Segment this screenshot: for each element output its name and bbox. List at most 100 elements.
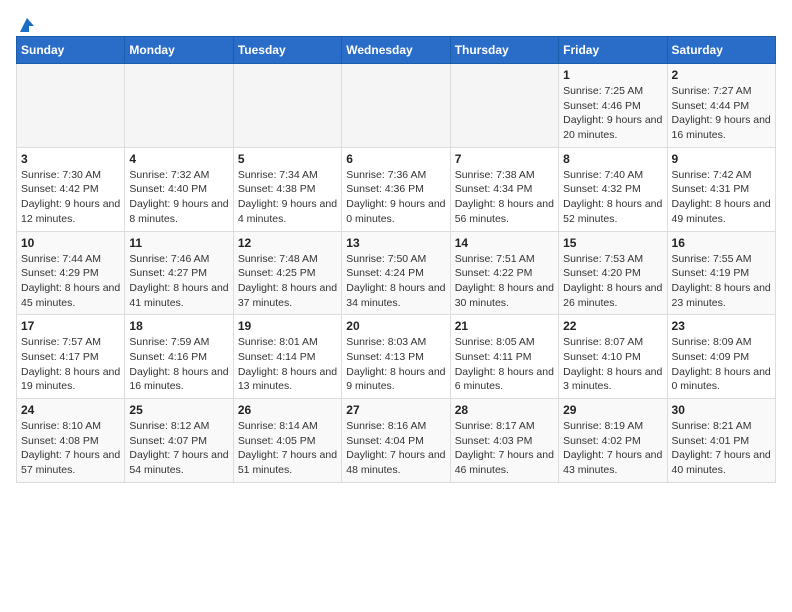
day-number: 17 [21,319,120,333]
day-info: Sunrise: 7:44 AMSunset: 4:29 PMDaylight:… [21,252,120,311]
logo [16,16,36,30]
calendar-cell: 2 Sunrise: 7:27 AMSunset: 4:44 PMDaylight… [667,64,775,148]
calendar-cell: 5 Sunrise: 7:34 AMSunset: 4:38 PMDaylight… [233,147,341,231]
day-info: Sunrise: 8:01 AMSunset: 4:14 PMDaylight:… [238,335,337,394]
header-day-monday: Monday [125,37,233,64]
calendar-cell: 30Sunrise: 8:21 AMSunset: 4:01 PMDayligh… [667,399,775,483]
calendar-cell [342,64,450,148]
calendar-week-3: 10 Sunrise: 7:44 AMSunset: 4:29 PMDayligh… [17,231,776,315]
calendar-cell: 17 Sunrise: 7:57 AMSunset: 4:17 PMDayligh… [17,315,125,399]
header-day-wednesday: Wednesday [342,37,450,64]
header [16,16,776,30]
day-number: 26 [238,403,337,417]
day-number: 8 [563,152,662,166]
header-day-friday: Friday [559,37,667,64]
calendar-cell: 22 Sunrise: 8:07 AMSunset: 4:10 PMDayligh… [559,315,667,399]
day-number: 23 [672,319,771,333]
calendar-cell: 23 Sunrise: 8:09 AMSunset: 4:09 PMDayligh… [667,315,775,399]
day-number: 4 [129,152,228,166]
calendar-week-5: 24 Sunrise: 8:10 AMSunset: 4:08 PMDayligh… [17,399,776,483]
calendar-cell: 4Sunrise: 7:32 AMSunset: 4:40 PMDaylight… [125,147,233,231]
day-number: 29 [563,403,662,417]
day-number: 20 [346,319,445,333]
day-info: Sunrise: 8:19 AMSunset: 4:02 PMDaylight:… [563,419,662,478]
calendar-cell: 8 Sunrise: 7:40 AMSunset: 4:32 PMDaylight… [559,147,667,231]
calendar-cell: 9 Sunrise: 7:42 AMSunset: 4:31 PMDaylight… [667,147,775,231]
day-number: 13 [346,236,445,250]
calendar-cell: 16 Sunrise: 7:55 AMSunset: 4:19 PMDayligh… [667,231,775,315]
day-number: 16 [672,236,771,250]
calendar-cell: 15Sunrise: 7:53 AMSunset: 4:20 PMDayligh… [559,231,667,315]
day-info: Sunrise: 7:25 AMSunset: 4:46 PMDaylight:… [563,84,662,143]
calendar-cell: 29 Sunrise: 8:19 AMSunset: 4:02 PMDayligh… [559,399,667,483]
calendar-cell [17,64,125,148]
calendar-cell: 11 Sunrise: 7:46 AMSunset: 4:27 PMDayligh… [125,231,233,315]
calendar-cell: 19 Sunrise: 8:01 AMSunset: 4:14 PMDayligh… [233,315,341,399]
day-number: 9 [672,152,771,166]
day-info: Sunrise: 7:34 AMSunset: 4:38 PMDaylight:… [238,168,337,227]
day-number: 11 [129,236,228,250]
calendar-cell: 1 Sunrise: 7:25 AMSunset: 4:46 PMDaylight… [559,64,667,148]
day-info: Sunrise: 8:14 AMSunset: 4:05 PMDaylight:… [238,419,337,478]
day-number: 3 [21,152,120,166]
day-info: Sunrise: 8:09 AMSunset: 4:09 PMDaylight:… [672,335,771,394]
day-number: 28 [455,403,554,417]
day-info: Sunrise: 8:16 AMSunset: 4:04 PMDaylight:… [346,419,445,478]
calendar-cell [450,64,558,148]
day-info: Sunrise: 7:38 AMSunset: 4:34 PMDaylight:… [455,168,554,227]
calendar: SundayMondayTuesdayWednesdayThursdayFrid… [16,36,776,483]
calendar-cell: 7 Sunrise: 7:38 AMSunset: 4:34 PMDaylight… [450,147,558,231]
day-number: 10 [21,236,120,250]
header-day-tuesday: Tuesday [233,37,341,64]
day-number: 24 [21,403,120,417]
day-number: 27 [346,403,445,417]
day-info: Sunrise: 8:05 AMSunset: 4:11 PMDaylight:… [455,335,554,394]
calendar-cell [233,64,341,148]
day-number: 21 [455,319,554,333]
calendar-week-1: 1 Sunrise: 7:25 AMSunset: 4:46 PMDaylight… [17,64,776,148]
header-day-saturday: Saturday [667,37,775,64]
day-number: 5 [238,152,337,166]
day-info: Sunrise: 7:40 AMSunset: 4:32 PMDaylight:… [563,168,662,227]
calendar-cell: 25 Sunrise: 8:12 AMSunset: 4:07 PMDayligh… [125,399,233,483]
calendar-cell: 10 Sunrise: 7:44 AMSunset: 4:29 PMDayligh… [17,231,125,315]
day-info: Sunrise: 8:07 AMSunset: 4:10 PMDaylight:… [563,335,662,394]
calendar-cell: 27 Sunrise: 8:16 AMSunset: 4:04 PMDayligh… [342,399,450,483]
day-info: Sunrise: 7:51 AMSunset: 4:22 PMDaylight:… [455,252,554,311]
day-info: Sunrise: 7:59 AMSunset: 4:16 PMDaylight:… [129,335,228,394]
day-info: Sunrise: 7:27 AMSunset: 4:44 PMDaylight:… [672,84,771,143]
day-info: Sunrise: 7:50 AMSunset: 4:24 PMDaylight:… [346,252,445,311]
day-info: Sunrise: 7:30 AMSunset: 4:42 PMDaylight:… [21,168,120,227]
day-info: Sunrise: 7:57 AMSunset: 4:17 PMDaylight:… [21,335,120,394]
calendar-cell: 21 Sunrise: 8:05 AMSunset: 4:11 PMDayligh… [450,315,558,399]
day-number: 12 [238,236,337,250]
day-number: 25 [129,403,228,417]
calendar-cell: 14Sunrise: 7:51 AMSunset: 4:22 PMDayligh… [450,231,558,315]
calendar-cell: 26 Sunrise: 8:14 AMSunset: 4:05 PMDayligh… [233,399,341,483]
day-info: Sunrise: 7:36 AMSunset: 4:36 PMDaylight:… [346,168,445,227]
header-day-sunday: Sunday [17,37,125,64]
day-number: 6 [346,152,445,166]
day-number: 7 [455,152,554,166]
day-number: 30 [672,403,771,417]
calendar-cell: 28 Sunrise: 8:17 AMSunset: 4:03 PMDayligh… [450,399,558,483]
day-info: Sunrise: 8:12 AMSunset: 4:07 PMDaylight:… [129,419,228,478]
day-info: Sunrise: 8:10 AMSunset: 4:08 PMDaylight:… [21,419,120,478]
day-info: Sunrise: 7:46 AMSunset: 4:27 PMDaylight:… [129,252,228,311]
calendar-cell: 13 Sunrise: 7:50 AMSunset: 4:24 PMDayligh… [342,231,450,315]
day-number: 22 [563,319,662,333]
day-number: 2 [672,68,771,82]
calendar-cell [125,64,233,148]
calendar-cell: 3 Sunrise: 7:30 AMSunset: 4:42 PMDaylight… [17,147,125,231]
header-day-thursday: Thursday [450,37,558,64]
calendar-week-2: 3 Sunrise: 7:30 AMSunset: 4:42 PMDaylight… [17,147,776,231]
calendar-header-row: SundayMondayTuesdayWednesdayThursdayFrid… [17,37,776,64]
calendar-week-4: 17 Sunrise: 7:57 AMSunset: 4:17 PMDayligh… [17,315,776,399]
day-info: Sunrise: 8:03 AMSunset: 4:13 PMDaylight:… [346,335,445,394]
day-info: Sunrise: 7:55 AMSunset: 4:19 PMDaylight:… [672,252,771,311]
day-number: 19 [238,319,337,333]
day-number: 1 [563,68,662,82]
day-number: 15 [563,236,662,250]
day-info: Sunrise: 8:17 AMSunset: 4:03 PMDaylight:… [455,419,554,478]
day-info: Sunrise: 7:42 AMSunset: 4:31 PMDaylight:… [672,168,771,227]
